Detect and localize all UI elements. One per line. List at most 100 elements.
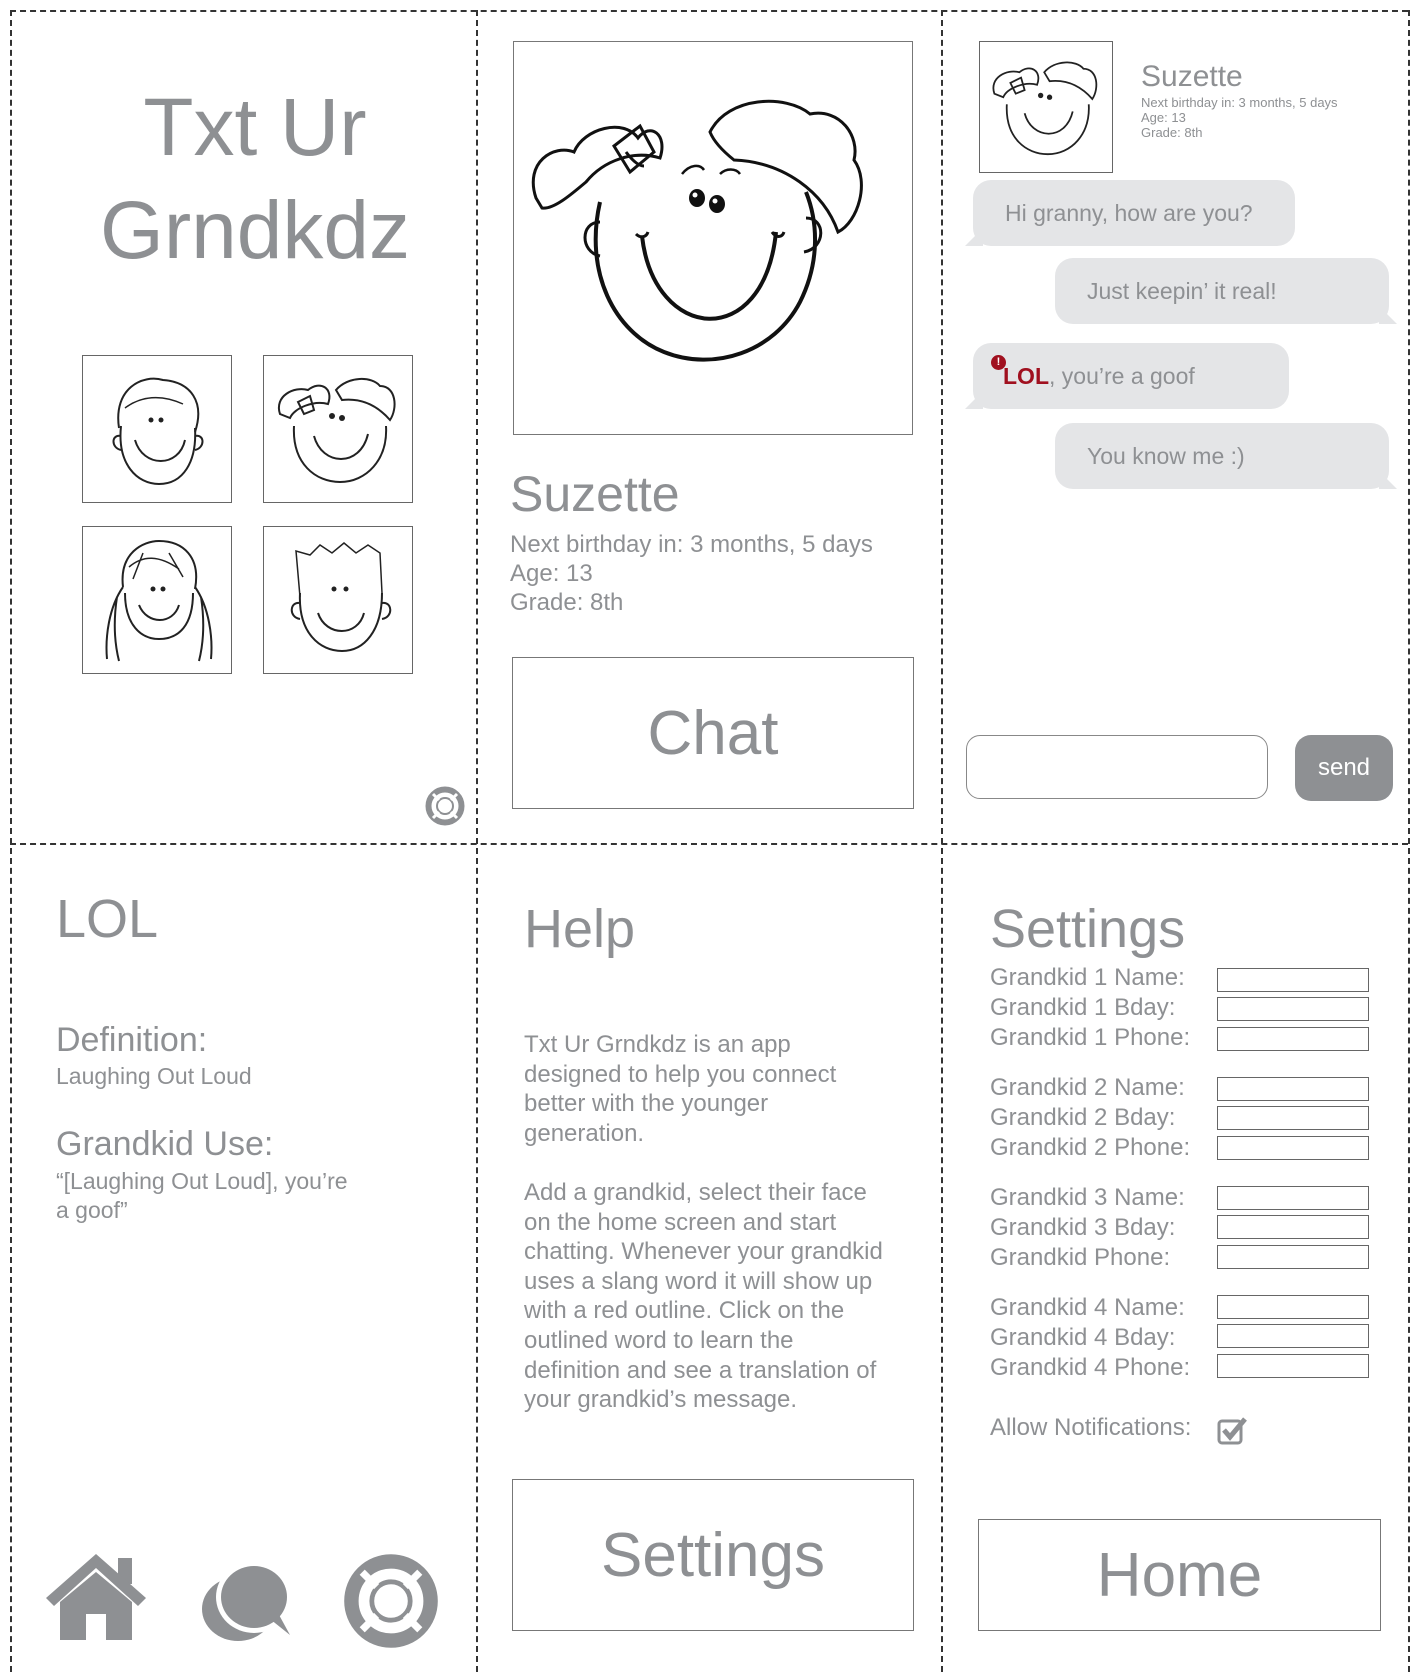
home-button[interactable]: Home bbox=[978, 1519, 1381, 1631]
message-input[interactable] bbox=[966, 735, 1268, 799]
grandkid-2-name-label: Grandkid 2 Name: bbox=[990, 1074, 1185, 1101]
help-line: with a red outline. Click on the bbox=[524, 1297, 845, 1325]
profile-photo bbox=[513, 41, 913, 435]
help-line: better with the younger bbox=[524, 1090, 769, 1118]
chat-nav-button[interactable] bbox=[198, 1553, 296, 1647]
usage-text-line2: a goof” bbox=[56, 1197, 128, 1223]
message-outgoing: Just keepin’ it real! bbox=[1055, 258, 1397, 324]
girl-bow-face-icon bbox=[277, 378, 396, 484]
girl-pigtails-face-icon bbox=[105, 539, 213, 662]
grandkid-1-face-button[interactable] bbox=[82, 355, 232, 503]
help-nav-button[interactable] bbox=[343, 1553, 439, 1649]
grid-line bbox=[476, 10, 478, 1672]
grandkid-4-face-button[interactable] bbox=[263, 526, 413, 674]
grandkid-3-bday-label: Grandkid 3 Bday: bbox=[990, 1214, 1176, 1241]
grandkid-2-phone-label: Grandkid 2 Phone: bbox=[990, 1134, 1191, 1161]
profile-grade: Grade: 8th bbox=[510, 589, 624, 616]
usage-heading: Grandkid Use: bbox=[56, 1125, 274, 1163]
checkbox-checked-icon bbox=[1217, 1417, 1247, 1445]
grandkid-2-name-input[interactable] bbox=[1217, 1077, 1369, 1101]
bubble-tail bbox=[1379, 306, 1397, 324]
grandkid-2-bday-input[interactable] bbox=[1217, 1106, 1369, 1130]
message-incoming: Hi granny, how are you? bbox=[965, 180, 1295, 246]
grandkid-3-name-input[interactable] bbox=[1217, 1186, 1369, 1210]
help-button[interactable] bbox=[425, 786, 465, 826]
grandkid-4-name-label: Grandkid 4 Name: bbox=[990, 1294, 1185, 1321]
chat-contact-grade: Grade: 8th bbox=[1141, 125, 1203, 140]
settings-title: Settings bbox=[990, 899, 1186, 959]
usage-text-line1: “[Laughing Out Loud], you’re bbox=[56, 1168, 348, 1194]
grid-line bbox=[10, 10, 1408, 12]
bubble-tail bbox=[965, 391, 983, 409]
grandkid-4-name-input[interactable] bbox=[1217, 1295, 1369, 1319]
help-line: on the home screen and start bbox=[524, 1208, 837, 1236]
boy-spiky-face-icon bbox=[290, 542, 392, 653]
grandkid-1-name-input[interactable] bbox=[1217, 968, 1369, 992]
help-line: generation. bbox=[524, 1119, 645, 1147]
grandkid-4-bday-input[interactable] bbox=[1217, 1324, 1369, 1348]
allow-notifications-checkbox[interactable] bbox=[1217, 1415, 1247, 1445]
girl-bow-face-icon bbox=[531, 99, 863, 362]
grandkid-2-face-button[interactable] bbox=[263, 355, 413, 503]
slang-title: LOL bbox=[56, 889, 159, 949]
grandkid-3-phone-label: Grandkid Phone: bbox=[990, 1244, 1171, 1271]
lifebuoy-icon bbox=[425, 786, 465, 826]
app-title-line1: Txt Ur bbox=[143, 82, 367, 173]
grandkid-4-phone-input[interactable] bbox=[1217, 1354, 1369, 1378]
grandkid-4-phone-label: Grandkid 4 Phone: bbox=[990, 1354, 1191, 1381]
help-line: designed to help you connect bbox=[524, 1060, 837, 1088]
grandkid-1-bday-input[interactable] bbox=[1217, 997, 1369, 1021]
chat-avatar[interactable] bbox=[979, 41, 1113, 173]
lifebuoy-icon bbox=[344, 1554, 438, 1648]
grandkid-3-bday-input[interactable] bbox=[1217, 1215, 1369, 1239]
settings-button[interactable]: Settings bbox=[512, 1479, 914, 1631]
definition-text: Laughing Out Loud bbox=[56, 1063, 252, 1089]
help-paragraph-1: Txt Ur Grndkdz is an app designed to hel… bbox=[524, 1030, 836, 1148]
home-nav-button[interactable] bbox=[42, 1550, 150, 1644]
grandkid-3-phone-input[interactable] bbox=[1217, 1245, 1369, 1269]
grid-line bbox=[1408, 10, 1410, 1672]
help-line: Txt Ur Grndkdz is an app bbox=[524, 1031, 791, 1058]
grandkid-4-bday-label: Grandkid 4 Bday: bbox=[990, 1324, 1176, 1351]
message-text: Hi granny, how are you? bbox=[1005, 199, 1253, 226]
home-icon bbox=[46, 1554, 146, 1640]
message-outgoing: You know me :) bbox=[1055, 423, 1397, 489]
profile-birthday: Next birthday in: 3 months, 5 days bbox=[510, 531, 873, 558]
help-line: uses a slang word it will show up bbox=[524, 1267, 873, 1295]
help-title: Help bbox=[524, 899, 636, 959]
chat-button[interactable]: Chat bbox=[512, 657, 914, 809]
grid-line bbox=[941, 10, 943, 1672]
chat-contact-birthday: Next birthday in: 3 months, 5 days bbox=[1141, 95, 1338, 110]
grandkid-1-phone-label: Grandkid 1 Phone: bbox=[990, 1024, 1191, 1051]
grandkid-1-bday-label: Grandkid 1 Bday: bbox=[990, 994, 1176, 1021]
grandkid-1-phone-input[interactable] bbox=[1217, 1027, 1369, 1051]
message-text: You know me :) bbox=[1087, 442, 1245, 469]
message-text: Just keepin’ it real! bbox=[1087, 277, 1277, 304]
bubble-tail bbox=[1379, 471, 1397, 489]
message-incoming-slang: ! LOL, you’re a goof bbox=[965, 343, 1289, 409]
grandkid-2-phone-input[interactable] bbox=[1217, 1136, 1369, 1160]
slang-alert-badge: ! bbox=[991, 355, 1006, 370]
grid-line bbox=[10, 10, 12, 1672]
profile-age: Age: 13 bbox=[510, 560, 593, 587]
help-line: definition and see a translation of bbox=[524, 1356, 877, 1384]
definition-heading: Definition: bbox=[56, 1021, 208, 1059]
help-line: chatting. Whenever your grandkid bbox=[524, 1238, 883, 1266]
help-line: your grandkid’s message. bbox=[524, 1386, 798, 1414]
help-line: Add a grandkid, select their face bbox=[524, 1179, 867, 1206]
chat-contact-age: Age: 13 bbox=[1141, 110, 1186, 125]
grid-line bbox=[10, 843, 1408, 845]
send-button[interactable]: send bbox=[1295, 735, 1393, 801]
chat-contact-name: Suzette bbox=[1141, 60, 1243, 93]
boy-face-icon bbox=[112, 377, 204, 486]
chat-icon bbox=[202, 1561, 292, 1641]
app-title-line2: Grndkdz bbox=[100, 185, 410, 276]
grandkid-3-name-label: Grandkid 3 Name: bbox=[990, 1184, 1185, 1211]
grandkid-1-name-label: Grandkid 1 Name: bbox=[990, 964, 1185, 991]
grandkid-2-bday-label: Grandkid 2 Bday: bbox=[990, 1104, 1176, 1131]
grandkid-3-face-button[interactable] bbox=[82, 526, 232, 674]
profile-name: Suzette bbox=[510, 466, 680, 522]
help-line: outlined word to learn the bbox=[524, 1326, 794, 1354]
girl-bow-face-icon bbox=[992, 61, 1098, 156]
slang-word-link[interactable]: LOL bbox=[1003, 363, 1049, 390]
